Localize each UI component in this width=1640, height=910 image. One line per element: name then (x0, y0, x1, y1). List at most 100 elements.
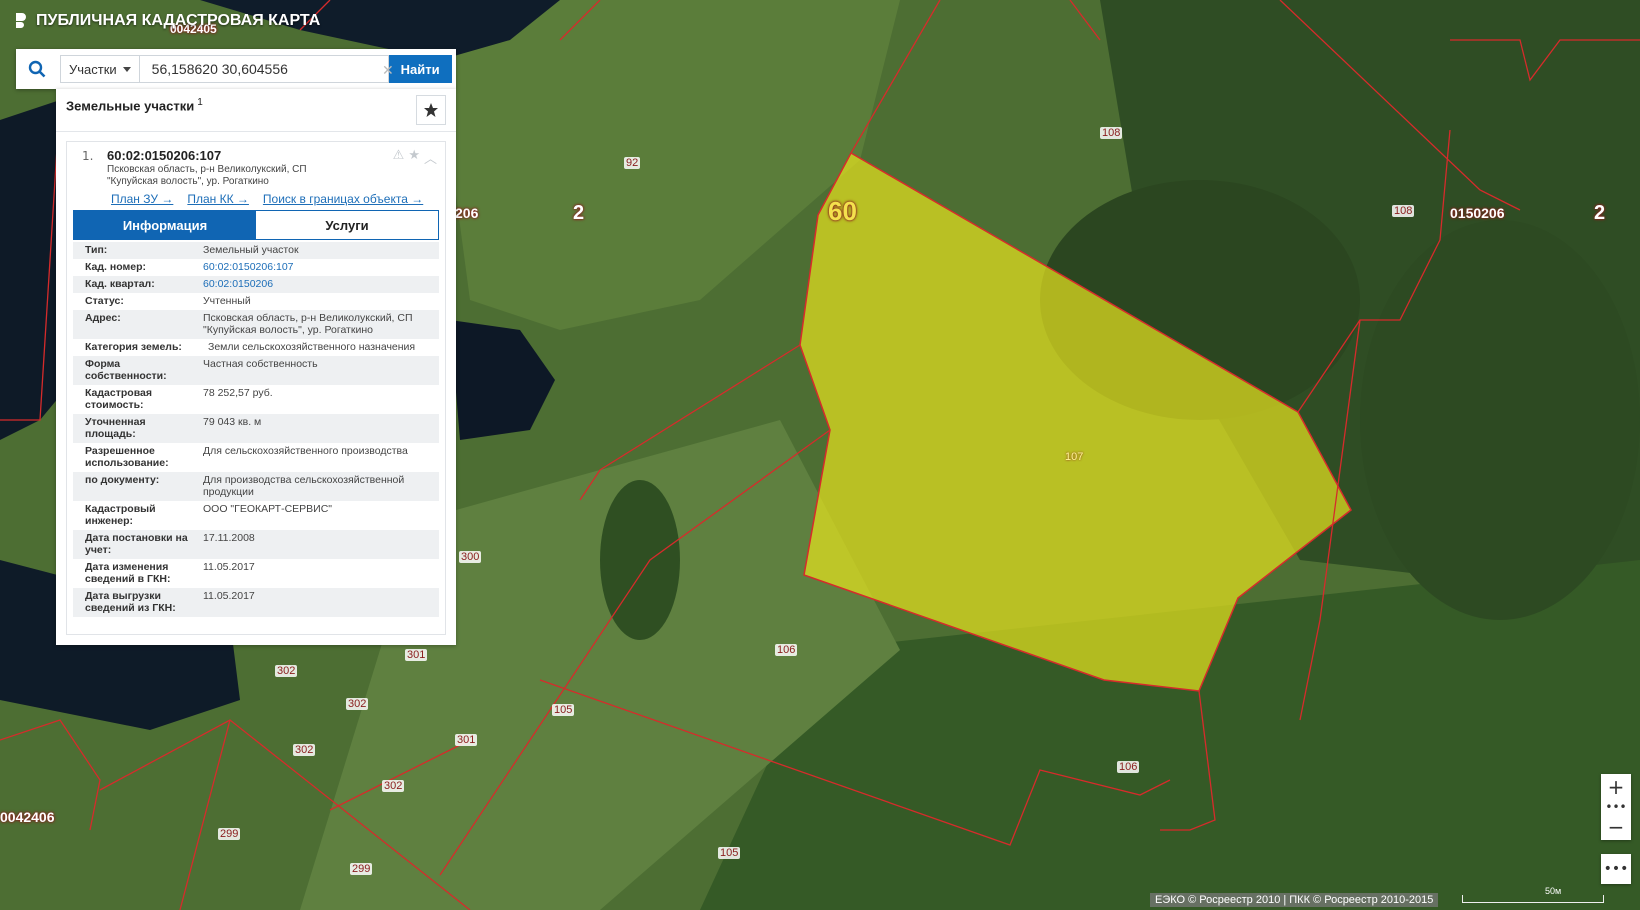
map-label-299b: 299 (350, 863, 373, 875)
info-label: Категория земель: (85, 341, 182, 353)
warning-icon[interactable]: ⚠ (393, 148, 405, 167)
info-table: Тип: Земельный участок Кад. номер: 60:02:0… (73, 242, 439, 617)
map-label-kvartal-2: 2 (573, 202, 585, 224)
map-label-299: 299 (218, 828, 241, 840)
star-icon[interactable]: ★ (408, 148, 420, 167)
map-label-108: 108 (1100, 127, 1123, 139)
scale-bar (1462, 895, 1604, 903)
info-value: 17.11.2008 (203, 532, 255, 544)
info-row: Уточненная площадь: 79 043 кв. м (73, 414, 439, 443)
result-cadastral-number[interactable]: 60:02:0150206:107 (107, 148, 221, 163)
forest-patch (1360, 220, 1640, 620)
info-value-link[interactable]: 60:02:0150206 (193, 278, 439, 290)
info-value: Для сельскохозяйственного производства (203, 445, 408, 457)
info-row: Разрешенное использование: Для сельскохоз… (73, 443, 439, 472)
map-label-206: 206 (455, 205, 479, 221)
map-label-105b: 105 (718, 847, 741, 859)
app-title: ПУБЛИЧНАЯ КАДАСТРОВАЯ КАРТА (36, 12, 321, 29)
app-header: ПУБЛИЧНАЯ КАДАСТРОВАЯ КАРТА (14, 12, 320, 30)
panel-title-text: Земельные участки (66, 98, 195, 114)
info-value: Земельный участок (203, 244, 299, 256)
info-row: Кадастровая стоимость: 78 252,57 руб. (73, 385, 439, 414)
info-value: Частная собственность (203, 358, 318, 370)
map-label-301: 301 (405, 649, 428, 661)
info-value: 79 043 кв. м (203, 416, 262, 428)
zoom-out-button[interactable]: − (1601, 814, 1631, 840)
info-label: Тип: (85, 244, 108, 256)
search-type-select[interactable]: Участки (60, 55, 140, 83)
info-label: Форма собственности: (85, 358, 167, 382)
info-label: Кадастровый инженер: (85, 503, 156, 527)
info-value: ООО "ГЕОКАРТ-СЕРВИС" (203, 503, 333, 515)
search-in-bounds-link[interactable]: Поиск в границах объекта → (263, 192, 423, 206)
search-icon[interactable] (16, 49, 58, 89)
info-label: Кад. номер: (85, 261, 147, 273)
zoom-control: + ••• − (1601, 774, 1631, 840)
result-index: 1. (82, 149, 94, 163)
copyright-text: ЕЭКО © Росреестр 2010 | ПКК © Росреестр … (1150, 893, 1439, 907)
star-icon (424, 103, 438, 117)
info-row: Кад. номер: 60:02:0150206:107 (73, 259, 439, 276)
tab-services[interactable]: Услуги (256, 211, 438, 239)
info-value: 11.05.2017 (203, 561, 255, 573)
favorites-button[interactable] (416, 95, 446, 125)
results-panel: Земельные участки 1 1. 60:02:0150206:107 … (56, 89, 456, 645)
info-label: по документу: (85, 474, 160, 486)
info-row: Кадастровый инженер: ООО "ГЕОКАРТ-СЕРВИС" (73, 501, 439, 530)
search-input[interactable] (138, 55, 389, 83)
search-bar: Участки ✕ Найти (16, 49, 456, 89)
find-button[interactable]: Найти (388, 55, 452, 83)
map-label-301b: 301 (455, 734, 478, 746)
info-row: Дата выгрузки сведений из ГКН: 11.05.2017 (73, 588, 439, 617)
result-tabs: Информация Услуги (73, 210, 439, 240)
result-count: 1 (197, 97, 203, 108)
map-label-300: 300 (459, 551, 482, 563)
map-label-107: 107 (1065, 451, 1084, 463)
info-label: Дата выгрузки сведений из ГКН: (85, 590, 176, 614)
plan-zu-link[interactable]: План ЗУ → (111, 192, 173, 206)
info-value: 78 252,57 руб. (203, 387, 273, 399)
info-value: Земли сельскохозяйственного назначения (208, 341, 416, 353)
info-label: Уточненная площадь: (85, 416, 146, 440)
info-row: Адрес: Псковская область, р-н Великолукск… (73, 310, 439, 339)
zoom-in-button[interactable]: + (1601, 774, 1631, 800)
scale-label: 50м (1545, 886, 1562, 896)
info-value: 11.05.2017 (203, 590, 255, 602)
plan-kk-link[interactable]: План КК → (187, 192, 249, 206)
map-label-60: 60 (828, 196, 857, 226)
map-label-302: 302 (275, 665, 298, 677)
info-row: Статус: Учтенный (73, 293, 439, 310)
info-row: Кад. квартал: 60:02:0150206 (73, 276, 439, 293)
rosreestr-logo-icon (16, 13, 26, 28)
info-value: Псковская область, р-н Великолукский, СП… (203, 312, 413, 336)
info-value-link[interactable]: 60:02:0150206:107 (193, 261, 439, 273)
info-label: Дата постановки на учет: (85, 532, 188, 556)
map-label-92: 92 (624, 157, 641, 169)
zoom-slider-handle[interactable]: ••• (1601, 800, 1631, 814)
chevron-down-icon (122, 66, 131, 72)
info-label: Разрешенное использование: (85, 445, 169, 469)
result-card[interactable]: 1. 60:02:0150206:107 Псковская область, … (66, 141, 446, 635)
info-value: Учтенный (203, 295, 251, 307)
info-row: Дата изменения сведений в ГКН: 11.05.2017 (73, 559, 439, 588)
map-label-302b: 302 (346, 698, 369, 710)
chevron-up-icon[interactable]: ︿ (424, 148, 437, 167)
map-label-302d: 302 (382, 780, 405, 792)
map-label-105: 105 (552, 704, 575, 716)
info-row: Тип: Земельный участок (73, 242, 439, 259)
info-label: Кадастровая стоимость: (85, 387, 152, 411)
more-tools-button[interactable]: ••• (1601, 854, 1631, 884)
panel-header: Земельные участки 1 (56, 89, 456, 132)
result-address: Псковская область, р-н Великолукский, СП… (107, 164, 307, 187)
map-label-0150206: 0150206 (1450, 205, 1505, 221)
info-label: Адрес: (85, 312, 121, 324)
card-actions: ⚠ ★ ︿ (393, 148, 437, 167)
info-row: Категория земель: Земли сельскохозяйствен… (73, 339, 439, 356)
clear-icon[interactable]: ✕ (382, 63, 394, 79)
info-value: Для производства сельскохозяйственной пр… (203, 474, 405, 498)
tab-info[interactable]: Информация (74, 211, 256, 239)
search-type-label: Участки (69, 61, 117, 77)
info-row: Форма собственности: Частная собственност… (73, 356, 439, 385)
map-label-106: 106 (775, 644, 798, 656)
info-row: по документу: Для производства сельскохоз… (73, 472, 439, 501)
